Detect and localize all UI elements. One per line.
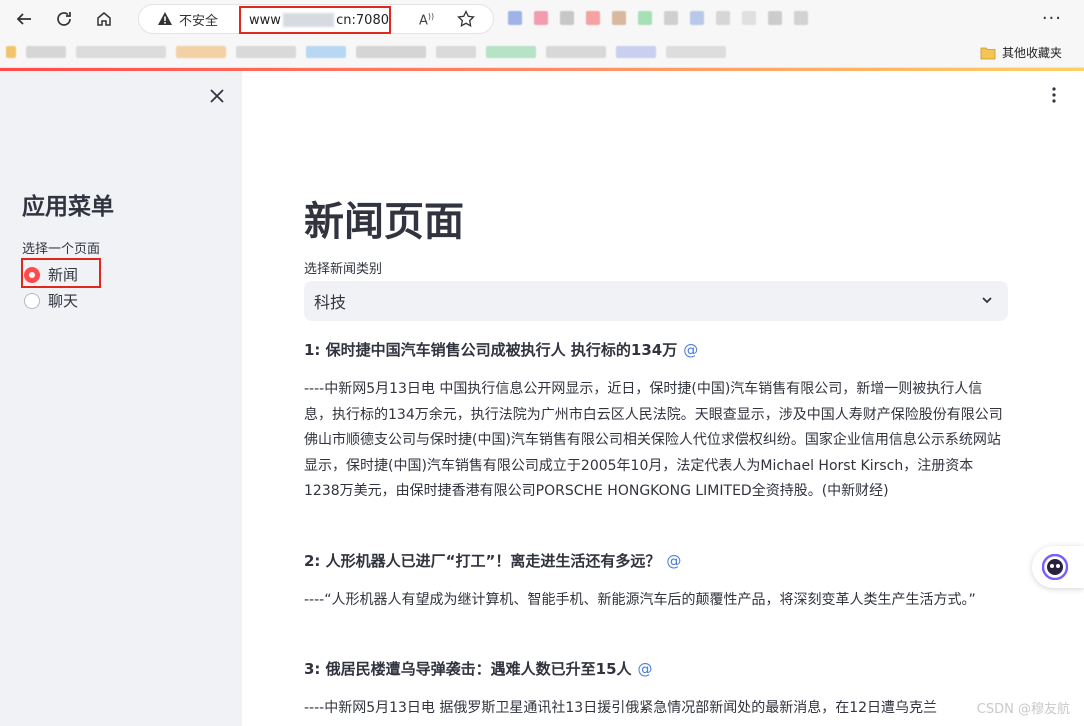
browser-toolbar: 不安全 www cn:7080 A)) ···	[0, 0, 1084, 38]
warning-triangle-icon	[158, 12, 172, 25]
refresh-icon	[57, 12, 71, 26]
article-title: 1: 保时捷中国汽车销售公司成被执行人 执行标的134万 @	[304, 339, 1008, 361]
bookmarks-bar: 其他收藏夹	[0, 38, 1084, 68]
bookmarks-blurred	[6, 46, 726, 58]
assistant-face-icon	[1042, 554, 1068, 580]
folder-label: 其他收藏夹	[1001, 46, 1062, 60]
url-redacted	[282, 13, 335, 27]
news-article: 2: 人形机器人已进厂“打工”！离走进生活还有多远？ @ ----“人形机器人有望…	[304, 550, 1008, 614]
address-bar[interactable]: 不安全 www cn:7080 A))	[138, 4, 494, 34]
article-body: ----中新网5月13日电 中国执行信息公开网显示，近日，保时捷(中国)汽车销售…	[304, 381, 1003, 499]
article-title: 2: 人形机器人已进厂“打工”！离走进生活还有多远？ @	[304, 550, 1008, 572]
article-body: ----“人形机器人有望成为继计算机、智能手机、新能源汽车后的颠覆性产品，将深刻…	[304, 592, 976, 608]
url-prefix: www	[249, 12, 281, 28]
article-title-text: 1: 保时捷中国汽车销售公司成被执行人 执行标的134万	[304, 341, 678, 359]
news-article: 1: 保时捷中国汽车销售公司成被执行人 执行标的134万 @ ----中新网5月1…	[304, 339, 1008, 505]
more-options-icon[interactable]: ···	[1042, 8, 1062, 29]
main-menu-kebab-icon[interactable]	[1052, 87, 1056, 103]
article-title: 3: 俄居民楼遭乌导弹袭击：遇难人数已升至15人 @	[304, 658, 1008, 680]
article-link[interactable]: @	[683, 341, 698, 359]
news-article: 3: 俄居民楼遭乌导弹袭击：遇难人数已升至15人 @ ----中新网5月13日电 …	[304, 658, 1008, 722]
url-suffix: cn:7080	[336, 12, 389, 28]
article-body: ----中新网5月13日电 据俄罗斯卫星通讯社13日援引俄紧急情况部新闻处的最新…	[304, 700, 938, 716]
url-field[interactable]: www cn:7080	[239, 6, 391, 34]
home-button[interactable]	[88, 3, 120, 35]
back-button[interactable]	[8, 3, 40, 35]
main-content: 新闻页面 选择新闻类别 科技 1: 保时捷中国汽车销售公司成被执行人 执行标的1…	[242, 71, 1084, 726]
radio-option-label: 聊天	[48, 292, 79, 310]
close-sidebar-icon[interactable]	[208, 87, 226, 105]
article-title-text: 2: 人形机器人已进厂“打工”！离走进生活还有多远？	[304, 552, 661, 570]
refresh-button[interactable]	[48, 3, 80, 35]
radio-unselected-icon[interactable]	[24, 292, 40, 309]
sidebar-title: 应用菜单	[22, 194, 114, 220]
back-arrow-icon	[16, 13, 31, 25]
page-title: 新闻页面	[304, 199, 464, 245]
assistant-float-button[interactable]	[1032, 546, 1084, 588]
security-label: 不安全	[179, 13, 219, 29]
extension-icons-blurred	[508, 8, 1028, 30]
sidebar: 应用菜单 选择一个页面 新闻 聊天	[0, 71, 242, 726]
favorite-star-icon[interactable]	[457, 10, 475, 28]
security-indicator[interactable]: 不安全	[157, 10, 218, 29]
category-select[interactable]: 科技	[304, 281, 1008, 321]
home-icon	[97, 12, 111, 26]
folder-icon	[980, 47, 996, 59]
category-select-value: 科技	[314, 293, 347, 312]
read-aloud-icon[interactable]: A))	[419, 12, 434, 28]
radio-group-label: 选择一个页面	[22, 242, 101, 257]
radio-option-chat[interactable]: 聊天	[24, 290, 78, 311]
chevron-down-icon	[982, 297, 992, 304]
highlight-box	[21, 258, 101, 288]
article-link[interactable]: @	[666, 552, 681, 570]
other-bookmarks-folder[interactable]: 其他收藏夹	[980, 44, 1062, 61]
article-title-text: 3: 俄居民楼遭乌导弹袭击：遇难人数已升至15人	[304, 660, 632, 678]
article-link[interactable]: @	[638, 660, 653, 678]
category-select-label: 选择新闻类别	[304, 262, 383, 277]
watermark: CSDN @穆友航	[976, 702, 1070, 717]
